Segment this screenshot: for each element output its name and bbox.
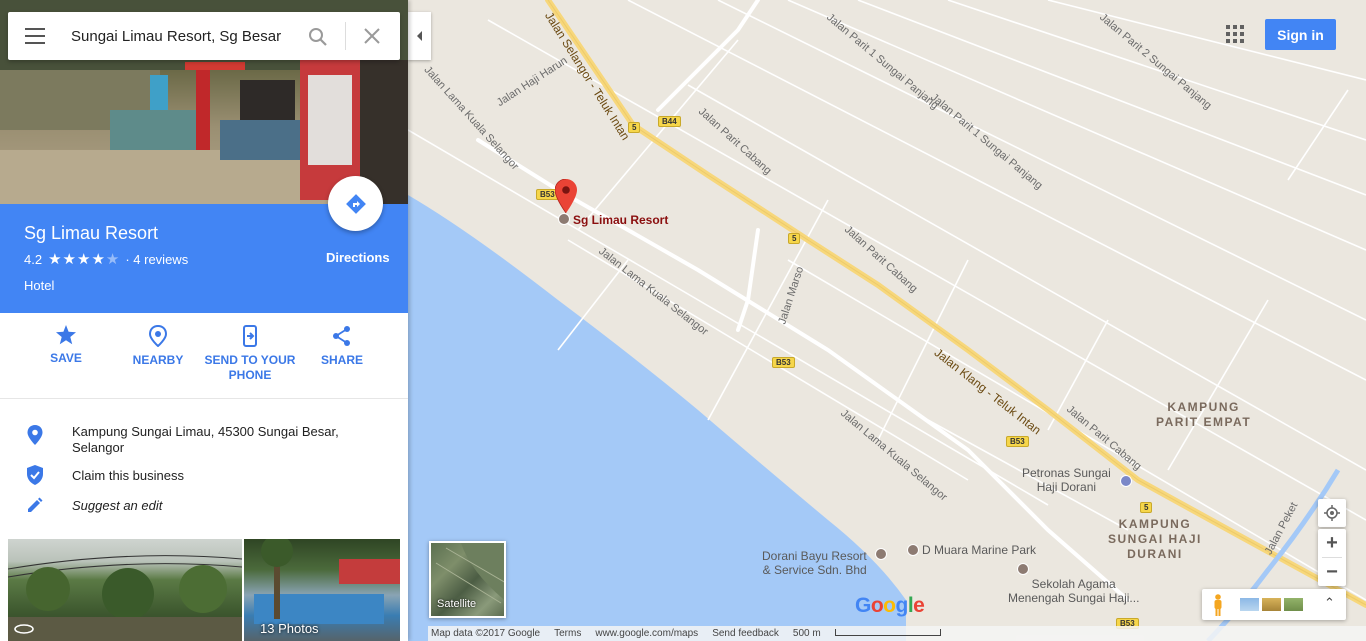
rating-value: 4.2	[24, 252, 43, 267]
poi-label[interactable]: Sekolah Agama Menengah Sungai Haji...	[1008, 577, 1139, 605]
poi-label[interactable]: Petronas Sungai Haji Dorani	[1022, 466, 1111, 494]
send-feedback-link[interactable]: Send feedback	[712, 628, 779, 639]
photos-gallery-button[interactable]: 13 Photos	[244, 539, 400, 641]
share-icon	[333, 326, 350, 346]
verified-shield-icon	[27, 465, 43, 485]
expand-up-icon[interactable]: ⌃	[1324, 595, 1335, 611]
poi-label[interactable]: Dorani Bayu Resort & Service Sdn. Bhd	[762, 549, 867, 577]
search-divider	[345, 22, 346, 50]
address-line-2: Selangor	[72, 440, 125, 455]
pencil-icon	[28, 497, 43, 512]
star-filled-icon: ★	[76, 251, 91, 268]
logo-letter: g	[895, 594, 909, 617]
address-line-1: Kampung Sungai Limau, 45300 Sungai Besar…	[72, 424, 339, 439]
place-category[interactable]: Hotel	[24, 278, 54, 293]
directions-icon	[345, 193, 366, 214]
map-footer: Map data ©2017 Google Terms www.google.c…	[428, 626, 1366, 641]
area-label: KAMPUNG PARIT EMPAT	[1156, 400, 1252, 429]
action-bar: SAVE NEARBY SEND TO YOUR PHONE SHARE	[0, 313, 408, 399]
hotel-icon[interactable]	[907, 544, 919, 556]
hotel-icon[interactable]	[558, 213, 570, 225]
share-label: SHARE	[320, 353, 363, 367]
my-location-button[interactable]	[1318, 499, 1346, 527]
logo-letter: e	[913, 594, 925, 617]
reviews-link[interactable]: · 4 reviews	[125, 252, 188, 267]
nearby-icon	[148, 325, 168, 347]
logo-letter: o	[883, 594, 896, 617]
zoom-control: + −	[1318, 529, 1346, 586]
map-base	[408, 0, 1366, 641]
route-shield: 5	[628, 122, 641, 133]
imagery-thumb[interactable]	[1240, 598, 1259, 611]
directions-button[interactable]	[328, 176, 383, 231]
menu-icon[interactable]	[25, 28, 45, 44]
address-text: Kampung Sungai Limau, 45300 Sungai Besar…	[72, 424, 339, 456]
pegman-icon[interactable]	[1213, 594, 1223, 616]
imagery-thumb[interactable]	[1284, 598, 1303, 611]
scale-label[interactable]: 500 m	[793, 628, 821, 639]
send-to-phone-label: SEND TO YOUR PHONE	[204, 353, 296, 382]
satellite-toggle[interactable]: Satellite	[429, 541, 506, 618]
gas-station-icon[interactable]	[1120, 475, 1132, 487]
street-view-photo[interactable]	[8, 539, 242, 641]
star-filled-icon: ★	[91, 251, 105, 268]
street-view-scene	[8, 555, 242, 641]
search-input[interactable]	[71, 26, 291, 46]
collapse-arrow-icon	[417, 31, 422, 41]
save-button[interactable]: SAVE	[20, 325, 112, 366]
route-shield: 5	[788, 233, 801, 244]
hotel-icon[interactable]	[875, 548, 887, 560]
school-icon[interactable]	[1017, 563, 1029, 575]
map-pin-icon[interactable]	[555, 179, 577, 213]
suggest-edit-link[interactable]: Suggest an edit	[72, 498, 162, 514]
pin-label[interactable]: Sg Limau Resort	[573, 213, 668, 227]
route-shield: 5	[1140, 502, 1153, 513]
directions-label[interactable]: Directions	[326, 250, 390, 265]
star-filled-icon: ★	[62, 251, 76, 268]
apps-grid-icon[interactable]	[1226, 25, 1244, 43]
rating-row: 4.2 ★ ★ ★ ★ ★ · 4 reviews	[24, 252, 188, 267]
collapse-panel-button[interactable]	[408, 12, 431, 60]
claim-business-link[interactable]: Claim this business	[72, 468, 184, 484]
terms-link[interactable]: Terms	[554, 628, 581, 639]
zoom-in-button[interactable]: +	[1318, 529, 1346, 557]
photo-count-label: 13 Photos	[260, 621, 319, 636]
rating-stars: ★ ★ ★ ★ ★	[48, 252, 119, 267]
send-to-phone-icon	[243, 325, 257, 347]
scale-bar	[834, 629, 941, 636]
close-icon[interactable]	[363, 27, 381, 45]
nearby-button[interactable]: NEARBY	[112, 325, 204, 368]
search-icon[interactable]	[308, 27, 328, 47]
my-location-icon	[1324, 505, 1340, 521]
send-to-phone-button[interactable]: SEND TO YOUR PHONE	[204, 325, 296, 383]
star-filled-icon: ★	[48, 251, 62, 268]
route-shield: B44	[658, 116, 681, 127]
save-label: SAVE	[50, 351, 82, 365]
360-view-icon	[14, 624, 34, 634]
maps-url-link[interactable]: www.google.com/maps	[595, 628, 698, 639]
map-data-credit: Map data ©2017 Google	[431, 628, 541, 639]
map-canvas[interactable]: Jalan Selangor - Teluk Intan Jalan Haji …	[408, 0, 1366, 641]
star-icon	[56, 325, 76, 345]
photo-strip: 13 Photos	[8, 539, 400, 641]
location-pin-icon	[27, 425, 43, 445]
nearby-label: NEARBY	[132, 353, 184, 367]
route-shield: B53	[1006, 436, 1029, 447]
poi-label[interactable]: D Muara Marine Park	[922, 543, 1036, 557]
imagery-thumb[interactable]	[1262, 598, 1281, 611]
google-logo: Google	[855, 594, 925, 618]
logo-letter: G	[855, 594, 871, 617]
share-button[interactable]: SHARE	[296, 325, 388, 368]
area-label: KAMPUNG SUNGAI HAJI DURANI	[1108, 517, 1202, 561]
place-panel: Sg Limau Resort 4.2 ★★★★★ · 4 reviews Ho…	[0, 0, 408, 641]
route-shield: B53	[772, 357, 795, 368]
logo-letter: o	[870, 594, 884, 617]
search-box	[8, 12, 400, 60]
place-title: Sg Limau Resort	[24, 223, 159, 243]
star-empty-icon: ★	[105, 251, 120, 268]
imagery-bar: ⌃	[1202, 589, 1346, 620]
zoom-out-button[interactable]: −	[1318, 558, 1346, 586]
satellite-label: Satellite	[437, 598, 477, 610]
sign-in-button[interactable]: Sign in	[1265, 19, 1336, 50]
